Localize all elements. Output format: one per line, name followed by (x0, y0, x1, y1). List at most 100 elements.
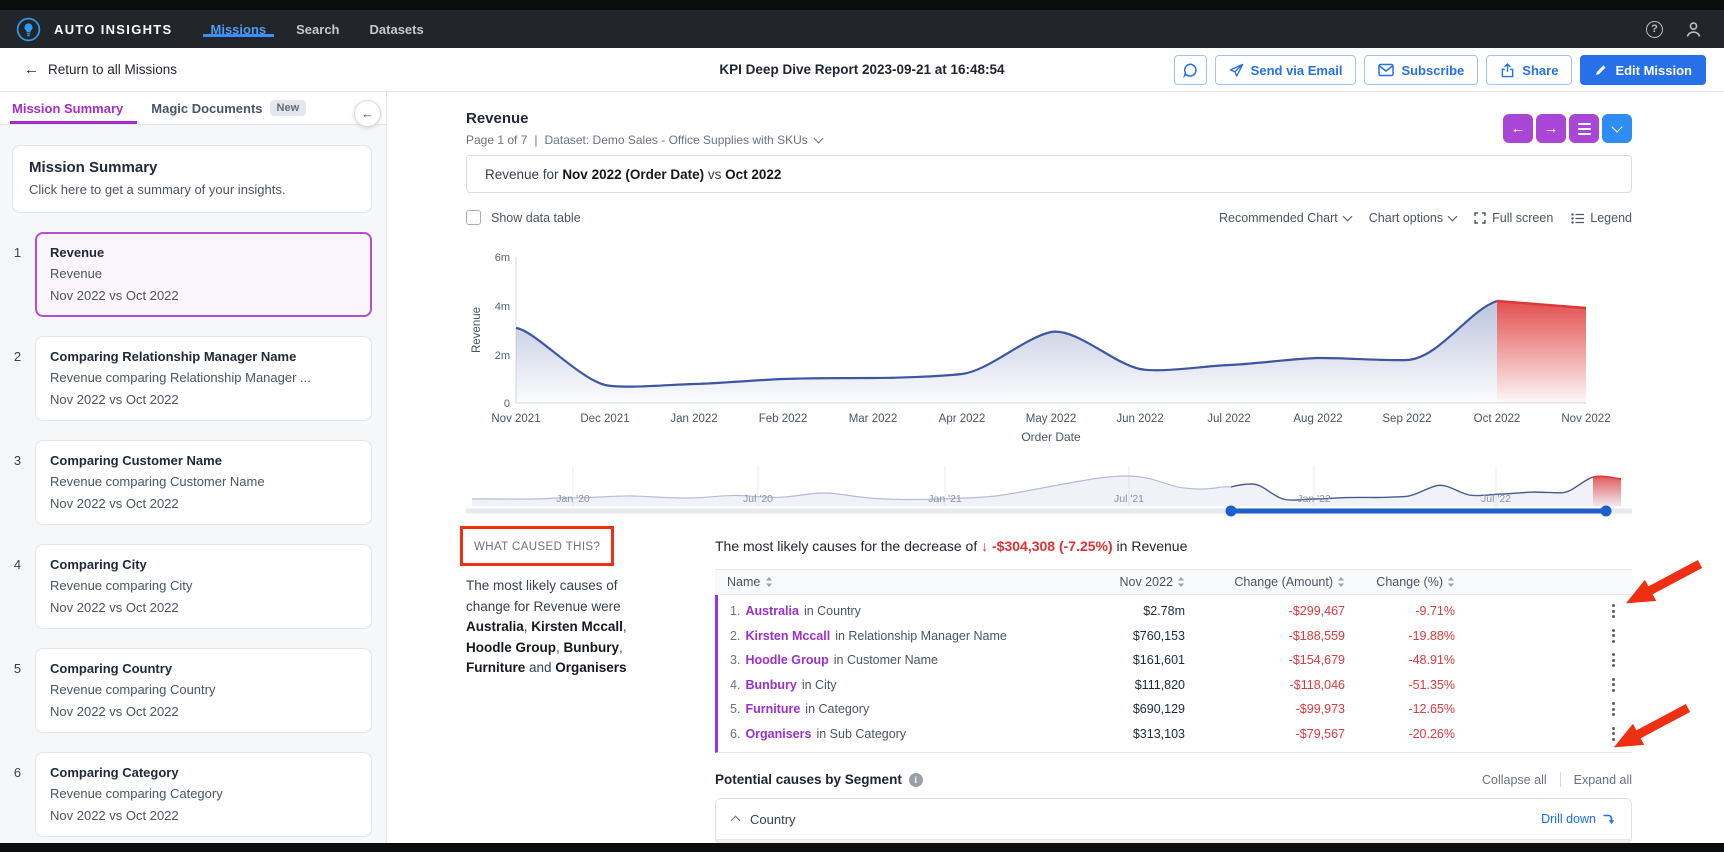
tab-magic-documents[interactable]: Magic Documents New (151, 92, 306, 124)
full-screen-icon (1474, 212, 1486, 224)
legend-button[interactable]: Legend (1571, 211, 1632, 225)
show-data-table-checkbox[interactable] (466, 210, 481, 225)
decrease-delta: -$304,308 (-7.25%) (988, 538, 1113, 554)
pencil-icon (1594, 63, 1608, 77)
mission-card-category[interactable]: Comparing Category Revenue comparing Cat… (35, 752, 372, 837)
chevron-down-icon (1611, 121, 1622, 132)
cause-link[interactable]: Bunbury (745, 678, 796, 692)
nav-tab-missions[interactable]: Missions (211, 22, 267, 37)
mission-item-2: 2 Comparing Relationship Manager Name Re… (0, 336, 372, 421)
collapse-all-button[interactable]: Collapse all (1469, 773, 1560, 787)
segment-panel-header[interactable]: Country Drill down (716, 799, 1631, 839)
page-dropdown-button[interactable] (1602, 114, 1632, 143)
table-row: 1.Australiain Country $2.78m -$299,467 -… (718, 599, 1632, 624)
cause-link[interactable]: Hoodle Group (745, 653, 828, 667)
svg-text:May 2022: May 2022 (1026, 413, 1077, 425)
expand-all-button[interactable]: Expand all (1561, 773, 1632, 787)
cause-link[interactable]: Furniture (745, 702, 800, 716)
nav-tabs: Missions Search Datasets (211, 22, 424, 37)
mission-card-relationship-manager[interactable]: Comparing Relationship Manager Name Reve… (35, 336, 372, 421)
row-menu-button[interactable] (1609, 699, 1618, 719)
show-data-table-toggle[interactable]: Show data table (466, 210, 581, 225)
mission-item-6: 6 Comparing Category Revenue comparing C… (0, 752, 372, 837)
mission-card-revenue[interactable]: Revenue Revenue Nov 2022 vs Oct 2022 (35, 232, 372, 317)
mission-card-country[interactable]: Comparing Country Revenue comparing Coun… (35, 648, 372, 733)
mission-summary-card[interactable]: Mission Summary Click here to get a summ… (12, 145, 372, 213)
svg-text:Aug 2022: Aug 2022 (1293, 413, 1342, 425)
row-menu-button[interactable] (1609, 601, 1618, 621)
cause-link[interactable]: Organisers (745, 727, 811, 741)
recommended-chart-dropdown[interactable]: Recommended Chart (1219, 211, 1351, 225)
arrow-right-icon: → (1544, 120, 1559, 137)
comments-button[interactable] (1174, 55, 1207, 85)
svg-text:Dec 2021: Dec 2021 (580, 413, 629, 425)
mission-sidebar: Mission Summary Magic Documents New Miss… (0, 92, 387, 843)
mission-item-4: 4 Comparing City Revenue comparing City … (0, 544, 372, 629)
prev-page-button[interactable]: ← (1503, 114, 1533, 143)
info-icon[interactable]: i (909, 773, 923, 787)
column-header-change-amount[interactable]: Change (Amount) (1185, 575, 1345, 589)
question-period-2: Oct 2022 (725, 167, 781, 182)
row-menu-button[interactable] (1609, 626, 1618, 646)
svg-text:Jan '21: Jan '21 (928, 493, 962, 505)
chevron-down-icon (1342, 212, 1352, 222)
row-menu-button[interactable] (1609, 724, 1618, 744)
share-button[interactable]: Share (1486, 55, 1572, 85)
cause-link[interactable]: Kirsten Mccall (745, 629, 830, 643)
time-range-slider[interactable]: Jan '20 Jul '20 Jan '21 Jul '21 Jan '22 … (466, 460, 1632, 518)
row-menu-button[interactable] (1609, 675, 1618, 695)
page-menu-button[interactable] (1569, 114, 1599, 143)
sidebar-body: Mission Summary Click here to get a summ… (0, 125, 386, 843)
minimap-red-area (1593, 476, 1621, 506)
auto-insights-logo-icon (16, 17, 41, 42)
x-axis-label: Order Date (1021, 430, 1081, 444)
edit-mission-button[interactable]: Edit Mission (1580, 55, 1706, 85)
sidebar-tabs: Mission Summary Magic Documents New (0, 92, 386, 125)
svg-text:Jul 2022: Jul 2022 (1207, 413, 1250, 425)
collapse-sidebar-button[interactable]: ← (354, 100, 381, 127)
mission-card-customer-name[interactable]: Comparing Customer Name Revenue comparin… (35, 440, 372, 525)
new-badge: New (270, 100, 307, 116)
send-via-email-button[interactable]: Send via Email (1215, 55, 1357, 85)
dataset-selector[interactable]: Dataset: Demo Sales - Office Supplies wi… (545, 133, 808, 147)
cause-link[interactable]: Australia (745, 604, 799, 618)
mission-card-city[interactable]: Comparing City Revenue comparing City No… (35, 544, 372, 629)
header-actions: Send via Email Subscribe Share Edit Miss… (1174, 55, 1706, 85)
subscribe-button[interactable]: Subscribe (1364, 55, 1478, 85)
segments-header: Potential causes by Segment i Collapse a… (715, 772, 1632, 787)
drill-down-button[interactable]: Drill down (1541, 812, 1615, 826)
tab-mission-summary[interactable]: Mission Summary (12, 92, 123, 124)
nav-tab-datasets[interactable]: Datasets (370, 22, 424, 37)
causes-table-header: Name Nov 2022 Change (Amount) Change (%) (715, 569, 1632, 595)
page-nav-buttons: ← → (1503, 114, 1632, 143)
svg-text:Jul '22: Jul '22 (1481, 493, 1511, 505)
annotation-red-box: WHAT CAUSED THIS? (460, 526, 614, 566)
question-bar[interactable]: Revenue for Nov 2022 (Order Date) vs Oct… (466, 155, 1632, 193)
svg-text:Jul '20: Jul '20 (743, 493, 773, 505)
chevron-up-icon (731, 816, 741, 826)
meta-divider: | (534, 133, 537, 147)
page-meta: Page 1 of 7 | Dataset: Demo Sales - Offi… (466, 133, 822, 147)
brand-name: AUTO INSIGHTS (54, 22, 173, 37)
slider-handle-left[interactable] (1226, 506, 1237, 517)
row-menu-button[interactable] (1609, 650, 1618, 670)
paper-plane-icon (1229, 63, 1244, 78)
column-header-nov-2022[interactable]: Nov 2022 (1035, 575, 1185, 589)
mail-icon (1378, 63, 1394, 77)
table-row: 3.Hoodle Groupin Customer Name $161,601 … (718, 648, 1632, 673)
full-screen-button[interactable]: Full screen (1474, 211, 1553, 225)
svg-text:Jan 2022: Jan 2022 (670, 413, 717, 425)
user-icon[interactable] (1685, 21, 1702, 38)
chart-area-blue (516, 301, 1497, 403)
help-icon[interactable]: ? (1646, 21, 1663, 38)
page-info: Page 1 of 7 (466, 133, 527, 147)
column-header-name[interactable]: Name (715, 575, 1035, 589)
slider-handle-right[interactable] (1601, 506, 1612, 517)
nav-tab-search[interactable]: Search (296, 22, 339, 37)
column-header-change-pct[interactable]: Change (%) (1345, 575, 1455, 589)
next-page-button[interactable]: → (1536, 114, 1566, 143)
page-title: Revenue (466, 110, 529, 127)
chart-options-dropdown[interactable]: Chart options (1369, 211, 1456, 225)
sort-icon (765, 576, 773, 588)
minimap-area (472, 476, 1621, 506)
